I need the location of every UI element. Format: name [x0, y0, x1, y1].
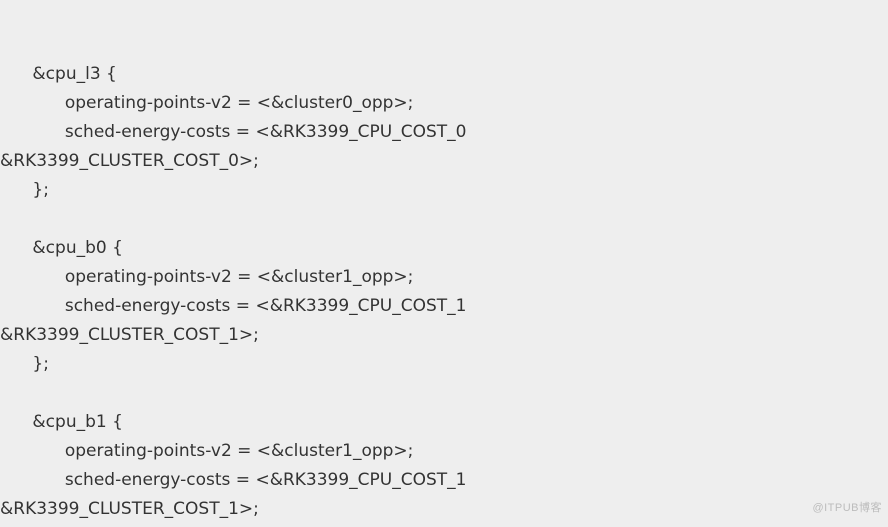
code-line: operating-points-v2 = <&cluster1_opp>; — [0, 267, 413, 287]
code-line: &RK3399_CLUSTER_COST_1>; — [0, 325, 259, 345]
code-line: }; — [0, 180, 49, 200]
code-line: sched-energy-costs = <&RK3399_CPU_COST_0 — [0, 122, 467, 142]
code-line: &RK3399_CLUSTER_COST_1>; — [0, 499, 259, 519]
code-line: operating-points-v2 = <&cluster1_opp>; — [0, 441, 413, 461]
code-content: &cpu_l3 { operating-points-v2 = <&cluste… — [0, 58, 888, 527]
code-line: }; — [0, 354, 49, 374]
code-line: &cpu_b1 { — [0, 412, 123, 432]
code-line: &cpu_b0 { — [0, 238, 123, 258]
code-line: &cpu_l3 { — [0, 64, 117, 84]
code-line: operating-points-v2 = <&cluster0_opp>; — [0, 93, 413, 113]
code-line: &RK3399_CLUSTER_COST_0>; — [0, 151, 259, 171]
code-line: sched-energy-costs = <&RK3399_CPU_COST_1 — [0, 296, 467, 316]
watermark-text: @ITPUB博客 — [812, 494, 882, 523]
code-line: sched-energy-costs = <&RK3399_CPU_COST_1 — [0, 470, 467, 490]
code-snippet-block: &cpu_l3 { operating-points-v2 = <&cluste… — [0, 0, 888, 527]
